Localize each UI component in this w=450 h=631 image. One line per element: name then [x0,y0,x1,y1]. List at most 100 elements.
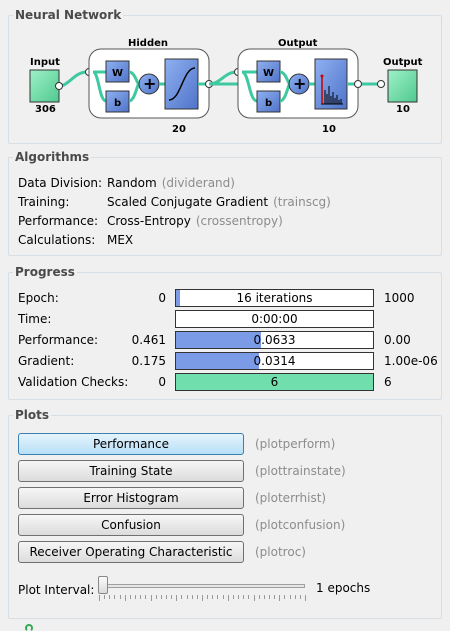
progress-label: Performance: [18,333,99,347]
progress-start-value: 0 [158,291,166,305]
algorithm-function: (crossentropy) [195,214,283,228]
validation-progress-bar: 6 [175,373,374,391]
slider-tick [124,595,126,601]
busy-indicator-icon [25,624,33,631]
algorithm-label: Training: [18,195,70,209]
slider-tick [299,595,301,599]
gradient-progress-bar: 0.0314 [175,352,374,370]
slider-tick [222,595,224,599]
plot-function: (plotroc) [255,545,306,559]
slider-tick [171,595,173,599]
plots-panel: Plots Performance (plotperform) Training… [8,407,442,619]
slider-tick [160,595,162,599]
algorithm-value: MEX [107,233,134,247]
slider-tick [305,595,306,601]
plot-interval-slider-thumb[interactable] [98,576,108,594]
slider-tick [227,595,229,601]
slider-tick [181,595,183,599]
slider-tick [279,595,281,601]
progress-row-epoch: Epoch: 0 16 iterations 1000 [9,289,443,307]
slider-tick [104,595,106,599]
slider-tick [243,595,245,599]
slider-tick [155,595,157,599]
algorithms-title: Algorithms [13,149,92,165]
slider-tick [274,595,276,599]
progress-row-performance: Performance: 0.461 0.0633 0.00 [9,331,443,349]
algorithm-label: Data Division: [18,176,103,190]
plot-interval-value: 1 epochs [316,581,371,595]
plot-function: (plotperform) [255,437,336,451]
progress-panel: Progress Epoch: 0 16 iterations 1000 Tim… [8,264,443,400]
input-size: 306 [35,104,56,115]
algorithm-value: Random [107,176,157,190]
slider-tick [145,595,147,599]
performance-plot-button[interactable]: Performance [18,433,244,455]
progress-end-value: 0.00 [384,333,411,347]
progress-end-value: 1000 [384,291,415,305]
progress-start-value: 0.461 [131,333,166,347]
slider-tick [135,595,137,599]
slider-tick [176,595,178,601]
progress-bar-text: 0.0633 [253,333,296,347]
progress-bar-text: 6 [270,375,279,389]
progress-label: Validation Checks: [18,375,129,389]
slider-tick [263,595,265,599]
progress-bar-text: 0:00:00 [251,312,298,326]
plot-interval-label: Plot Interval: [18,583,95,597]
progress-bar-text: 16 iterations [236,291,313,305]
algorithm-function: (trainscg) [273,195,331,209]
input-connection [58,70,88,88]
output-block [387,69,418,103]
slider-tick [232,595,234,599]
slider-tick [109,595,111,599]
algorithm-label: Calculations: [18,233,96,247]
plot-function: (ploterrhist) [255,491,327,505]
slider-tick [186,595,188,599]
input-label: Input [30,57,60,68]
output-w-label: W [263,68,274,79]
confusion-plot-button[interactable]: Confusion [18,514,244,536]
output-layer-label: Output [278,38,318,49]
progress-end-value: 1.00e-06 [384,354,438,368]
hidden-b-label: b [114,98,121,109]
slider-tick [268,595,270,599]
output-label: Output [383,57,423,68]
plus-icon: + [143,74,156,93]
algorithm-value: Scaled Conjugate Gradient [107,195,269,209]
plot-function: (plotconfusion) [255,518,346,532]
slider-tick [212,595,214,599]
slider-tick [191,595,193,599]
neural-network-panel: Neural Network Input 306 Hidden W b + 20… [8,7,442,144]
algorithm-value: Cross-Entropy [107,214,191,228]
progress-row-time: Time: 0:00:00 [9,310,443,328]
plot-interval-slider-track[interactable] [99,584,305,588]
slider-tick [140,595,142,599]
slider-tick [99,595,100,601]
algorithm-label: Performance: [18,214,99,228]
progress-label: Gradient: [18,354,75,368]
slider-tick [258,595,260,599]
slider-tick [165,595,167,599]
algorithms-panel: Algorithms Data Division: Random (divider… [8,149,442,256]
training-state-plot-button[interactable]: Training State [18,460,244,482]
progress-label: Epoch: [18,291,59,305]
error-histogram-plot-button[interactable]: Error Histogram [18,487,244,509]
slider-tick [202,595,203,601]
time-progress-bar: 0:00:00 [175,310,374,328]
output-b-label: b [265,98,272,109]
plot-function: (plottrainstate) [255,464,346,478]
algorithm-function: (dividerand) [161,176,235,190]
progress-row-gradient: Gradient: 0.175 0.0314 1.00e-06 [9,352,443,370]
slider-tick [294,595,296,599]
progress-end-value: 6 [384,375,392,389]
slider-tick [289,595,291,599]
progress-label: Time: [18,312,52,326]
plus-icon: + [293,74,306,93]
hidden-w-label: W [112,68,123,79]
progress-start-value: 0.175 [131,354,166,368]
progress-start-value: 0 [158,375,166,389]
plots-title: Plots [13,407,52,423]
slider-tick [253,595,255,601]
roc-plot-button[interactable]: Receiver Operating Characteristic [18,541,244,563]
network-diagram: Input 306 Hidden W b + 20 Output W b + 1… [29,38,423,135]
